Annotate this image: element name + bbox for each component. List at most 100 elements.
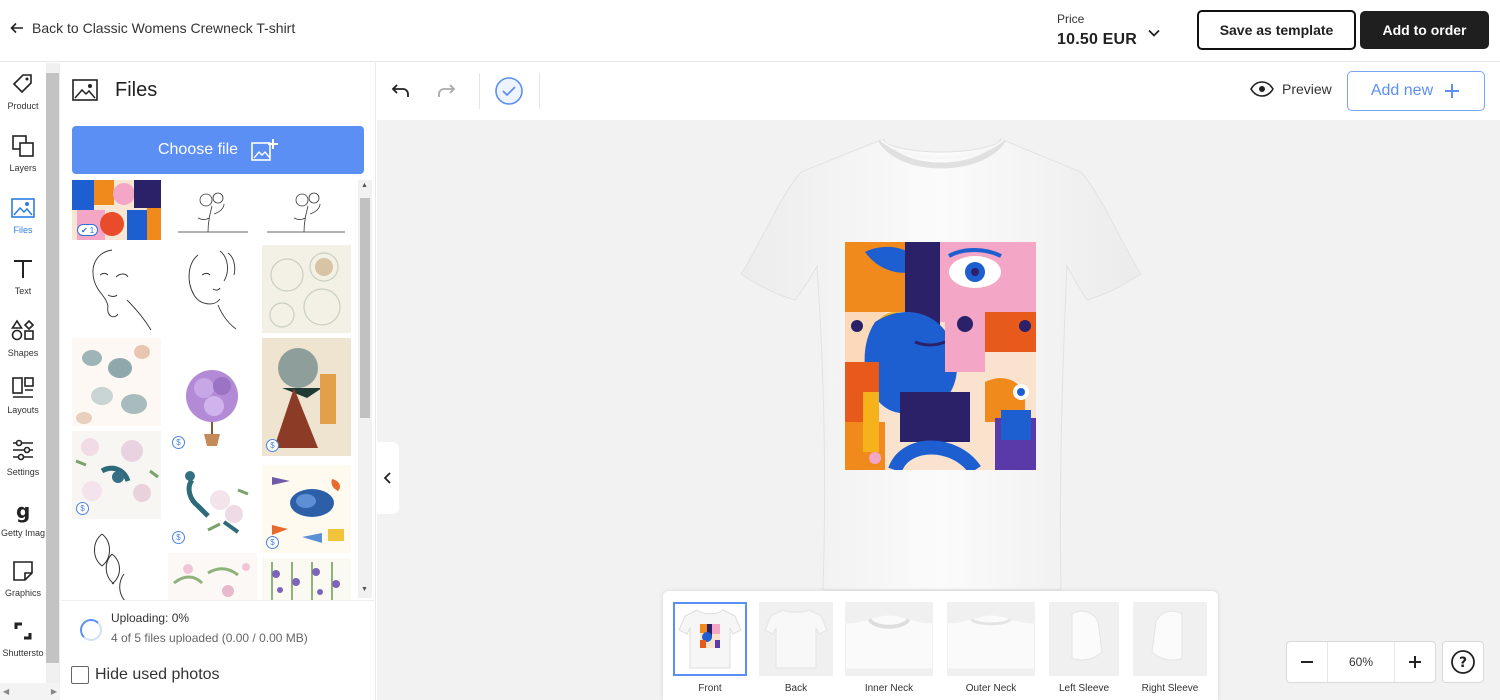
- panel-header: Files: [71, 77, 157, 103]
- arrow-left-icon: [10, 22, 23, 34]
- sidebar-item-settings[interactable]: Settings: [0, 437, 46, 477]
- view-outer-neck[interactable]: Outer Neck: [947, 602, 1035, 694]
- price-block: Price 10.50 EUR: [1057, 12, 1137, 49]
- sidebar-item-label: Layers: [9, 163, 37, 173]
- file-thumbnail[interactable]: [262, 558, 351, 600]
- scroll-right-icon[interactable]: ▶: [51, 687, 57, 696]
- files-grid: ✔ 1 $ $ $ $ $: [72, 180, 358, 600]
- choose-file-button[interactable]: Choose file: [72, 126, 364, 174]
- back-link[interactable]: Back to Classic Womens Crewneck T-shirt: [10, 20, 295, 36]
- file-thumbnail[interactable]: [72, 524, 161, 600]
- zoom-out-button[interactable]: [1287, 642, 1327, 682]
- view-front[interactable]: Front: [673, 602, 747, 694]
- scrollbar-thumb[interactable]: [46, 73, 59, 663]
- files-panel: Files Choose file ✔ 1 $ $ $ $ $ ▲ ▼ Uplo…: [61, 63, 376, 700]
- undo-button[interactable]: [389, 79, 413, 103]
- save-as-template-button[interactable]: Save as template: [1197, 10, 1356, 50]
- file-thumbnail[interactable]: ✔ 1: [72, 180, 161, 240]
- redo-button[interactable]: [434, 79, 458, 103]
- hide-used-photos-label: Hide used photos: [95, 666, 220, 683]
- preview-button[interactable]: Preview: [1250, 81, 1332, 97]
- redo-icon: [438, 84, 456, 97]
- collapse-panel-button[interactable]: [377, 442, 399, 514]
- sidebar-item-layers[interactable]: Layers: [0, 133, 46, 173]
- sidebar-item-label: Layouts: [7, 405, 39, 415]
- product-views-strip: Front Back Inner Neck Outer Neck Left Sl…: [663, 591, 1218, 700]
- view-label: Left Sleeve: [1058, 683, 1110, 694]
- toolbar-divider: [539, 73, 540, 109]
- view-back[interactable]: Back: [759, 602, 833, 694]
- sidebar-item-layouts[interactable]: Layouts: [0, 375, 46, 415]
- sidebar-item-graphics[interactable]: Graphics: [0, 558, 46, 598]
- file-thumbnail[interactable]: [72, 338, 161, 426]
- sidebar-item-label: Settings: [6, 467, 40, 477]
- scrollbar-thumb[interactable]: [360, 198, 370, 418]
- scroll-left-icon[interactable]: ◀: [3, 687, 9, 696]
- file-thumbnail[interactable]: $: [262, 465, 351, 553]
- sidebar-scrollbar[interactable]: [46, 63, 59, 683]
- view-right-sleeve[interactable]: Right Sleeve: [1133, 602, 1207, 694]
- preview-label: Preview: [1282, 81, 1332, 97]
- file-thumbnail[interactable]: $: [72, 431, 161, 519]
- file-thumbnail[interactable]: [168, 553, 257, 600]
- undo-icon: [391, 84, 409, 97]
- file-thumbnail[interactable]: $: [262, 338, 351, 456]
- file-thumbnail[interactable]: [262, 180, 351, 240]
- upload-status: Uploading: 0% 4 of 5 files uploaded (0.0…: [61, 600, 376, 652]
- sidebar-item-label: Product: [7, 101, 39, 111]
- zoom-in-button[interactable]: [1395, 642, 1435, 682]
- svg-text:?: ?: [1459, 655, 1467, 671]
- sidebar-item-text[interactable]: Text: [0, 256, 46, 296]
- chevron-down-icon[interactable]: [1145, 24, 1163, 42]
- loading-spinner-icon: [80, 619, 102, 641]
- price-label: Price: [1057, 12, 1085, 26]
- view-thumbnail: [845, 602, 933, 676]
- add-to-order-button[interactable]: Add to order: [1360, 11, 1489, 49]
- top-bar: Back to Classic Womens Crewneck T-shirt …: [0, 0, 1500, 62]
- file-thumbnail[interactable]: [262, 245, 351, 333]
- sidebar-horizontal-scrollbar[interactable]: ◀ ▶: [0, 683, 60, 700]
- zoom-control: 60%: [1286, 641, 1436, 683]
- sidebar-item-shutterstock[interactable]: Shuttersto: [0, 618, 46, 658]
- paid-icon: $: [172, 531, 185, 544]
- text-icon: [14, 260, 32, 278]
- image-icon: [11, 198, 35, 218]
- getty-icon: g: [16, 499, 30, 523]
- view-thumbnail: [673, 602, 747, 676]
- view-label: Outer Neck: [965, 683, 1017, 694]
- paid-icon: $: [266, 536, 279, 549]
- image-icon: [72, 79, 98, 101]
- sidebar-item-label: Getty Imag: [0, 528, 45, 538]
- selected-count: 1: [89, 225, 95, 235]
- hide-used-photos-checkbox[interactable]: [71, 666, 89, 684]
- sliders-icon: [13, 439, 33, 461]
- sidebar-item-files[interactable]: Files: [0, 195, 46, 235]
- view-thumbnail: [759, 602, 833, 676]
- file-thumbnail[interactable]: $: [168, 338, 257, 453]
- help-button[interactable]: ?: [1442, 641, 1484, 683]
- plus-icon: [1445, 84, 1460, 98]
- file-thumbnail[interactable]: [168, 245, 257, 333]
- scroll-down-icon[interactable]: ▼: [361, 586, 368, 593]
- toolbar-divider: [479, 73, 480, 109]
- canvas-toolbar: Preview Add new: [377, 63, 1500, 119]
- sidebar-item-shapes[interactable]: Shapes: [0, 318, 46, 358]
- view-inner-neck[interactable]: Inner Neck: [845, 602, 933, 694]
- layers-icon: [12, 135, 34, 157]
- sidebar-item-getty[interactable]: g Getty Imag: [0, 498, 46, 538]
- tag-icon: [12, 74, 32, 94]
- view-label: Back: [784, 683, 808, 694]
- file-thumbnail[interactable]: [168, 180, 257, 240]
- add-image-icon: [251, 139, 279, 161]
- minus-icon: [1301, 661, 1313, 663]
- placed-artwork[interactable]: [845, 242, 1036, 470]
- add-new-button[interactable]: Add new: [1347, 71, 1485, 111]
- scroll-up-icon[interactable]: ▲: [361, 182, 368, 189]
- view-left-sleeve[interactable]: Left Sleeve: [1049, 602, 1119, 694]
- file-thumbnail[interactable]: $: [168, 460, 257, 548]
- question-icon: ?: [1451, 650, 1475, 674]
- files-scrollbar[interactable]: ▲ ▼: [358, 180, 372, 598]
- sidebar-item-product[interactable]: Product: [0, 71, 46, 111]
- quality-check-button[interactable]: [494, 76, 524, 106]
- file-thumbnail[interactable]: [72, 245, 161, 333]
